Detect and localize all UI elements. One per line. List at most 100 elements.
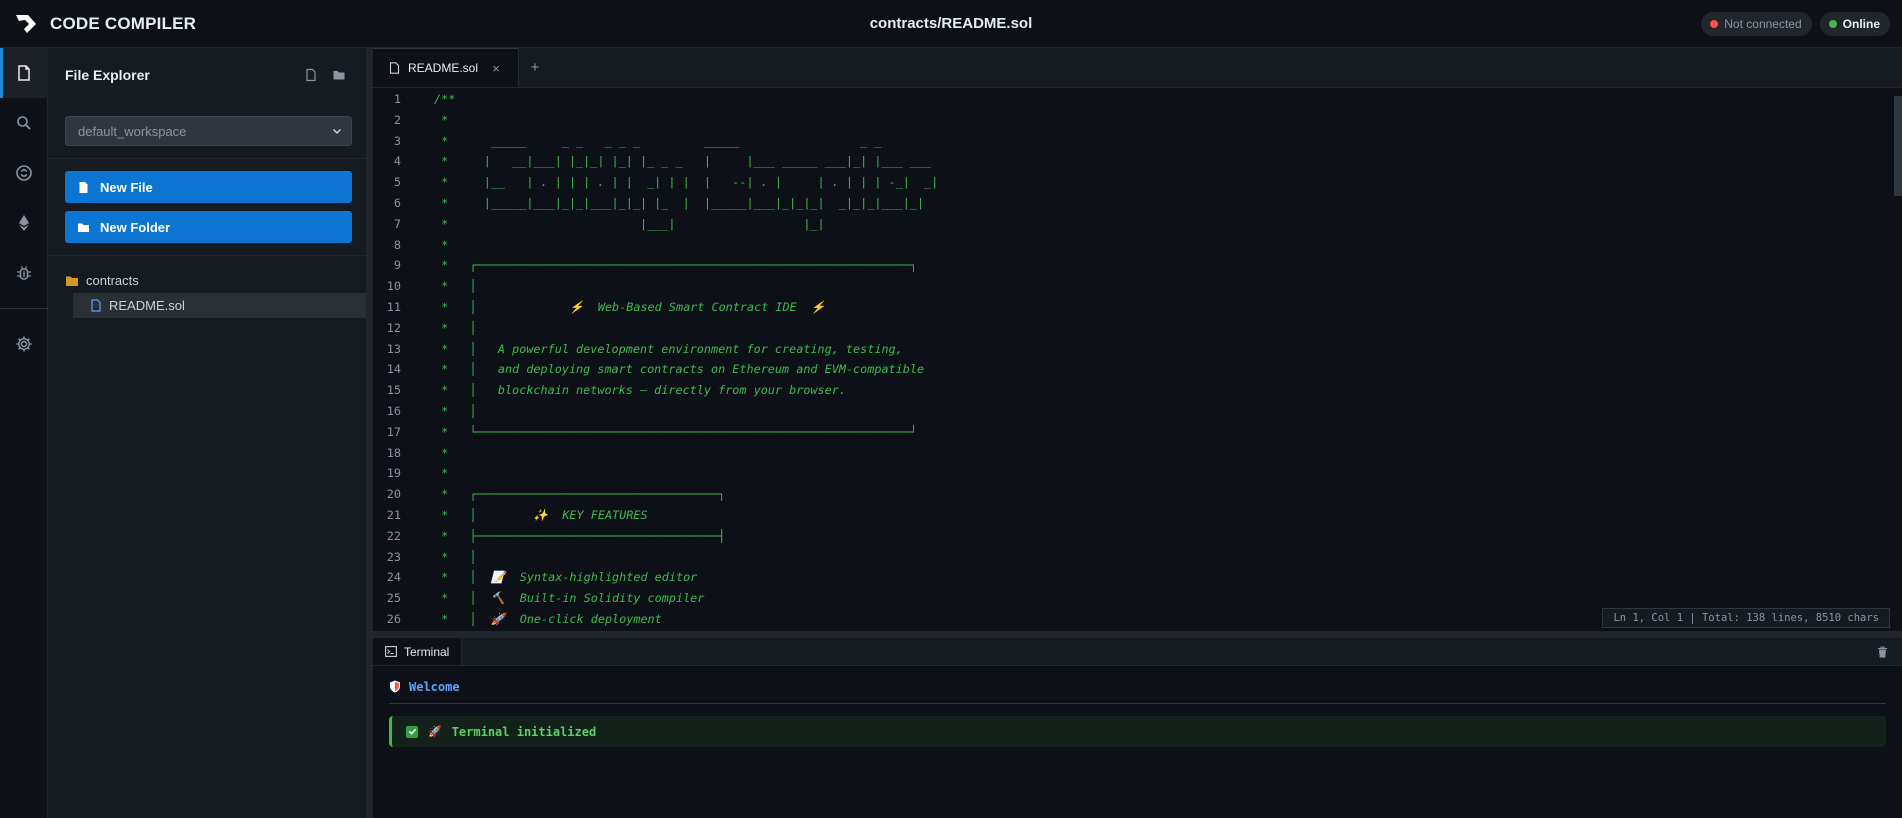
online-badge: Online: [1819, 12, 1890, 36]
code-text: * │ blockchain networks — directly from …: [434, 383, 846, 398]
file-icon: [91, 299, 101, 312]
status-dot-icon: [1828, 20, 1837, 28]
code-text: * |___| |_|: [434, 216, 825, 231]
new-file-button[interactable]: New File: [65, 171, 352, 203]
shield-icon: [390, 680, 400, 693]
add-tab-button[interactable]: +: [519, 48, 551, 87]
new-file-label: New File: [100, 179, 153, 195]
close-icon[interactable]: ×: [492, 61, 500, 76]
new-file-icon[interactable]: [304, 68, 318, 82]
online-label: Online: [1842, 17, 1880, 31]
code-text: * ┌──────────────────────────────────┐: [434, 487, 726, 502]
line-number: 20: [386, 487, 401, 502]
terminal-welcome: Welcome: [389, 680, 1886, 704]
code-text: * | __|___| |_|_| |_| |_ _ _ | |___ ____…: [434, 154, 932, 169]
file-label: README.sol: [109, 298, 185, 313]
code-text: * |_____|___|_|_|___|_|_| |_ | |_____|__…: [434, 195, 925, 210]
activity-debug[interactable]: [0, 248, 48, 298]
code-line: 5 * |__ | . | | | . | | _| | | | --| . |…: [373, 172, 1902, 193]
terminal-header: Terminal: [373, 638, 1902, 666]
welcome-label: Welcome: [409, 680, 460, 694]
line-number: 17: [386, 424, 401, 439]
activity-search[interactable]: [0, 98, 48, 148]
file-icon: [18, 65, 30, 81]
line-number: 23: [386, 549, 401, 564]
editor-scrollbar[interactable]: [1894, 96, 1902, 196]
activity-deploy[interactable]: [0, 198, 48, 248]
logo-icon: [16, 14, 36, 33]
code-line: 21 * │ ✨ KEY FEATURES: [373, 505, 1902, 526]
tab-label: README.sol: [408, 61, 479, 75]
code-line: 22 * ├──────────────────────────────────…: [373, 526, 1902, 547]
tree-file-readme[interactable]: README.sol: [73, 293, 366, 318]
tab-readme[interactable]: README.sol ×: [373, 48, 519, 87]
code-line: 16 * │: [373, 401, 1902, 422]
not-connected-badge[interactable]: Not connected: [1701, 12, 1812, 36]
activity-settings[interactable]: [0, 319, 48, 369]
code-line: 20 * ┌──────────────────────────────────…: [373, 484, 1902, 505]
new-folder-button[interactable]: New Folder: [65, 211, 352, 243]
code-text: *: [434, 237, 449, 252]
line-number: 13: [386, 341, 401, 356]
ethereum-icon: [19, 215, 29, 231]
code-line: 24 * │ 📝 Syntax-highlighted editor: [373, 567, 1902, 588]
code-text: * │ ⚡ Web-Based Smart Contract IDE ⚡: [434, 299, 826, 314]
terminal-resize-handle[interactable]: [373, 631, 1902, 638]
code-line: 1 /**: [373, 89, 1902, 110]
line-number: 24: [386, 570, 401, 585]
line-number: 14: [386, 362, 401, 377]
line-number: 8: [393, 237, 401, 252]
activity-explorer[interactable]: [0, 48, 48, 98]
tree-folder-contracts[interactable]: contracts: [48, 268, 366, 293]
brand: CODE COMPILER: [0, 0, 300, 48]
editor-panel: README.sol × + 1/** 2 * 3 * _____ _ _ _ _ …: [373, 48, 1902, 638]
check-icon: [406, 725, 418, 738]
folder-icon: [66, 276, 78, 286]
bug-icon: [17, 266, 31, 280]
editor-tabs: README.sol × +: [373, 48, 1902, 88]
app-name: CODE COMPILER: [50, 13, 197, 33]
trash-icon[interactable]: [1877, 646, 1888, 658]
file-explorer-panel: File Explorer default_workspace New File…: [48, 48, 367, 818]
workspace-select[interactable]: default_workspace: [65, 116, 352, 146]
code-line: 17 * └──────────────────────────────────…: [373, 422, 1902, 443]
code-line: 9 * ┌───────────────────────────────────…: [373, 255, 1902, 276]
explorer-title: File Explorer: [65, 67, 150, 83]
new-folder-icon[interactable]: [332, 68, 346, 82]
code-text: * │ A powerful development environment f…: [434, 341, 903, 356]
gear-icon: [16, 336, 32, 352]
code-text: * ├──────────────────────────────────┤: [434, 528, 726, 543]
line-number: 15: [386, 383, 401, 398]
terminal-message-text: Terminal initialized: [451, 724, 597, 739]
code-text: * │ and deploying smart contracts on Eth…: [434, 362, 925, 377]
line-number: 4: [393, 154, 401, 169]
code-line: 14 * │ and deploying smart contracts on …: [373, 359, 1902, 380]
line-number: 6: [393, 195, 401, 210]
folder-label: contracts: [86, 273, 139, 288]
line-number: 25: [386, 591, 401, 606]
line-number: 16: [386, 403, 401, 418]
line-number: 12: [386, 320, 401, 335]
code-line: 13 * │ A powerful development environmen…: [373, 339, 1902, 360]
new-folder-label: New Folder: [100, 219, 171, 235]
file-tree: contracts README.sol: [48, 256, 366, 318]
workspace-value: default_workspace: [78, 123, 187, 139]
line-number: 5: [393, 175, 401, 190]
terminal-panel: Terminal Welcome 🚀 Terminal initialized: [373, 638, 1902, 818]
code-text: * └─────────────────────────────────────…: [434, 424, 917, 439]
code-text: * │: [434, 320, 477, 335]
code-line: 7 * |___| |_|: [373, 214, 1902, 235]
code-text: * │: [434, 549, 477, 564]
line-number: 7: [393, 216, 401, 231]
line-number: 21: [386, 507, 401, 522]
code-editor[interactable]: 1/** 2 * 3 * _____ _ _ _ _ _ _____ _ _ 4 * …: [373, 89, 1902, 638]
connection-status: Not connected Online: [1701, 12, 1890, 36]
code-text: *: [434, 466, 449, 481]
line-number: 22: [386, 528, 401, 543]
code-line: 12 * │: [373, 318, 1902, 339]
activity-compiler[interactable]: [0, 148, 48, 198]
code-line: 6 * |_____|___|_|_|___|_|_| |_ | |_____|…: [373, 193, 1902, 214]
tab-terminal[interactable]: Terminal: [373, 638, 463, 665]
file-icon: [79, 181, 88, 193]
not-connected-label: Not connected: [1724, 17, 1802, 31]
